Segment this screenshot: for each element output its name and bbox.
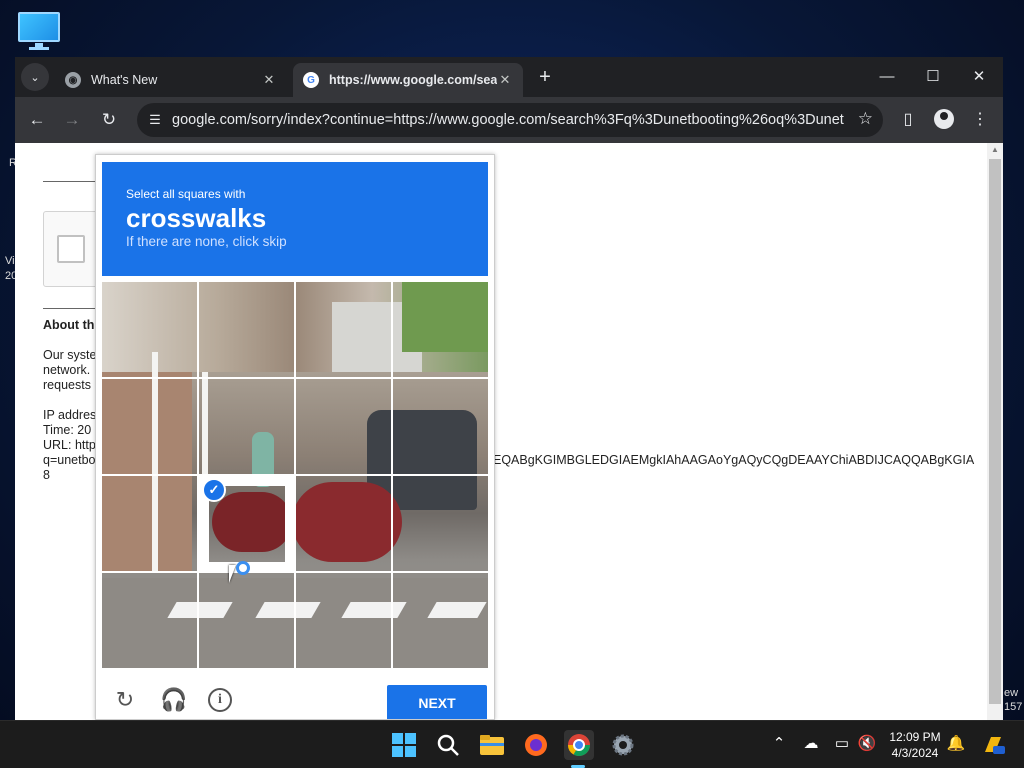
new-tab-button[interactable]: + <box>535 65 555 89</box>
back-button[interactable]: ← <box>25 108 49 132</box>
ip-address-text: IP addres <box>43 408 97 422</box>
recaptcha-challenge: Select all squares with crosswalks If th… <box>95 154 495 720</box>
next-button[interactable]: NEXT <box>387 685 487 719</box>
file-explorer-icon[interactable] <box>477 730 507 760</box>
url-text: q=unetbo <box>43 453 96 467</box>
challenge-tile[interactable] <box>102 379 198 475</box>
network-icon[interactable]: ▭ <box>831 734 853 752</box>
challenge-tile[interactable] <box>393 573 488 668</box>
tab-close-icon[interactable]: ✕ <box>497 72 513 88</box>
audio-challenge-icon[interactable]: 🎧 <box>160 687 187 713</box>
search-icon[interactable] <box>433 730 463 760</box>
challenge-tile[interactable] <box>296 573 392 668</box>
recaptcha-checkbox[interactable] <box>57 235 85 263</box>
tab-search-button[interactable]: ⌄ <box>21 63 49 91</box>
challenge-tile[interactable] <box>393 282 488 378</box>
about-text: network. <box>43 363 91 377</box>
divider <box>43 308 103 309</box>
clock-date: 4/3/2024 <box>891 746 939 760</box>
tab-google[interactable]: G https://www.google.com/sear ✕ <box>293 63 523 97</box>
challenge-tile[interactable] <box>102 476 198 572</box>
url-continuation-text: EQABgKGIMBGLEDGIAEMgkIAhAAGAoYgAQyCQgDEA… <box>493 453 975 467</box>
this-pc-desktop-icon[interactable] <box>18 10 62 50</box>
tab-title: What's New <box>91 73 158 87</box>
chrome-favicon-icon: ◉ <box>65 72 81 88</box>
menu-icon[interactable]: ⋮ <box>968 108 992 132</box>
challenge-tile[interactable] <box>296 379 392 475</box>
grid-divider <box>102 474 488 476</box>
side-panel-icon[interactable]: ▯ <box>896 108 920 132</box>
about-heading: About th <box>43 318 95 332</box>
challenge-tile[interactable] <box>102 573 198 668</box>
onedrive-icon[interactable]: ☁ <box>800 734 822 752</box>
tab-close-icon[interactable]: ✕ <box>261 72 277 88</box>
reload-challenge-icon[interactable]: ↻ <box>112 687 138 713</box>
settings-gear-icon[interactable] <box>608 730 638 760</box>
taskbar: ⌃ ☁ ▭ 🔇 12:09 PM 4/3/2024 🔔 <box>0 720 1024 768</box>
address-bar[interactable]: ☰ google.com/sorry/index?continue=https:… <box>137 103 883 137</box>
loading-cursor-icon <box>236 561 250 575</box>
about-text: Our syste <box>43 348 97 362</box>
challenge-tile[interactable] <box>102 282 198 378</box>
challenge-tile[interactable] <box>296 282 392 378</box>
firefox-icon[interactable] <box>521 730 551 760</box>
copilot-icon[interactable] <box>980 734 1006 760</box>
about-text: requests <box>43 378 91 392</box>
volume-muted-icon[interactable]: 🔇 <box>856 734 878 752</box>
browser-toolbar: ← → ↻ ☰ google.com/sorry/index?continue=… <box>15 97 1003 143</box>
site-info-icon[interactable]: ☰ <box>145 110 165 130</box>
tile-checkmark-icon: ✓ <box>202 478 226 502</box>
scroll-thumb[interactable] <box>989 159 1001 704</box>
help-info-icon[interactable]: i <box>208 688 232 712</box>
taskbar-clock[interactable]: 12:09 PM 4/3/2024 <box>880 729 950 761</box>
challenge-tile[interactable] <box>199 282 295 378</box>
google-favicon-icon: G <box>303 72 319 88</box>
maximize-button[interactable]: ☐ <box>910 65 956 89</box>
challenge-target: crosswalks <box>126 203 267 233</box>
close-window-button[interactable]: ✕ <box>956 65 1002 89</box>
challenge-tile[interactable] <box>393 379 488 475</box>
challenge-tile[interactable] <box>393 476 488 572</box>
desktop-edge-text: Vi <box>5 255 15 267</box>
chrome-icon[interactable] <box>564 730 594 760</box>
reload-button[interactable]: ↻ <box>97 108 121 132</box>
minimize-button[interactable]: — <box>864 65 910 89</box>
time-text: Time: 20 <box>43 423 92 437</box>
tab-title: https://www.google.com/sear <box>329 73 497 87</box>
challenge-tile[interactable] <box>199 573 295 668</box>
challenge-instruction: Select all squares with <box>126 187 246 201</box>
clock-time: 12:09 PM <box>889 730 941 744</box>
desktop-edge-text: ew <box>1004 687 1019 699</box>
profile-icon[interactable] <box>934 109 954 129</box>
challenge-header: Select all squares with crosswalks If th… <box>102 162 488 276</box>
url-text: 8 <box>43 468 50 482</box>
grid-divider <box>102 571 488 573</box>
challenge-image-grid: ✓ <box>102 282 488 668</box>
page-scrollbar[interactable]: ▲ <box>987 143 1003 720</box>
url-text: URL: http <box>43 438 96 452</box>
challenge-hint: If there are none, click skip <box>126 234 287 249</box>
scroll-up-icon[interactable]: ▲ <box>991 145 999 154</box>
challenge-footer: ↻ 🎧 i NEXT <box>96 677 494 719</box>
desktop-edge-text: 157 <box>1004 701 1023 713</box>
challenge-tile[interactable] <box>199 379 295 475</box>
tab-whats-new[interactable]: ◉ What's New ✕ <box>55 63 287 97</box>
bookmark-star-icon[interactable]: ☆ <box>858 109 873 129</box>
tab-strip: ⌄ ◉ What's New ✕ G https://www.google.co… <box>15 57 1003 97</box>
tray-overflow-chevron-icon[interactable]: ⌃ <box>768 734 790 752</box>
notification-bell-icon[interactable]: 🔔 <box>945 734 967 752</box>
divider <box>43 181 103 182</box>
grid-divider <box>102 377 488 379</box>
start-button[interactable] <box>389 730 419 760</box>
forward-button[interactable]: → <box>60 108 84 132</box>
challenge-tile[interactable] <box>296 476 392 572</box>
address-url[interactable]: google.com/sorry/index?continue=https://… <box>172 112 844 128</box>
